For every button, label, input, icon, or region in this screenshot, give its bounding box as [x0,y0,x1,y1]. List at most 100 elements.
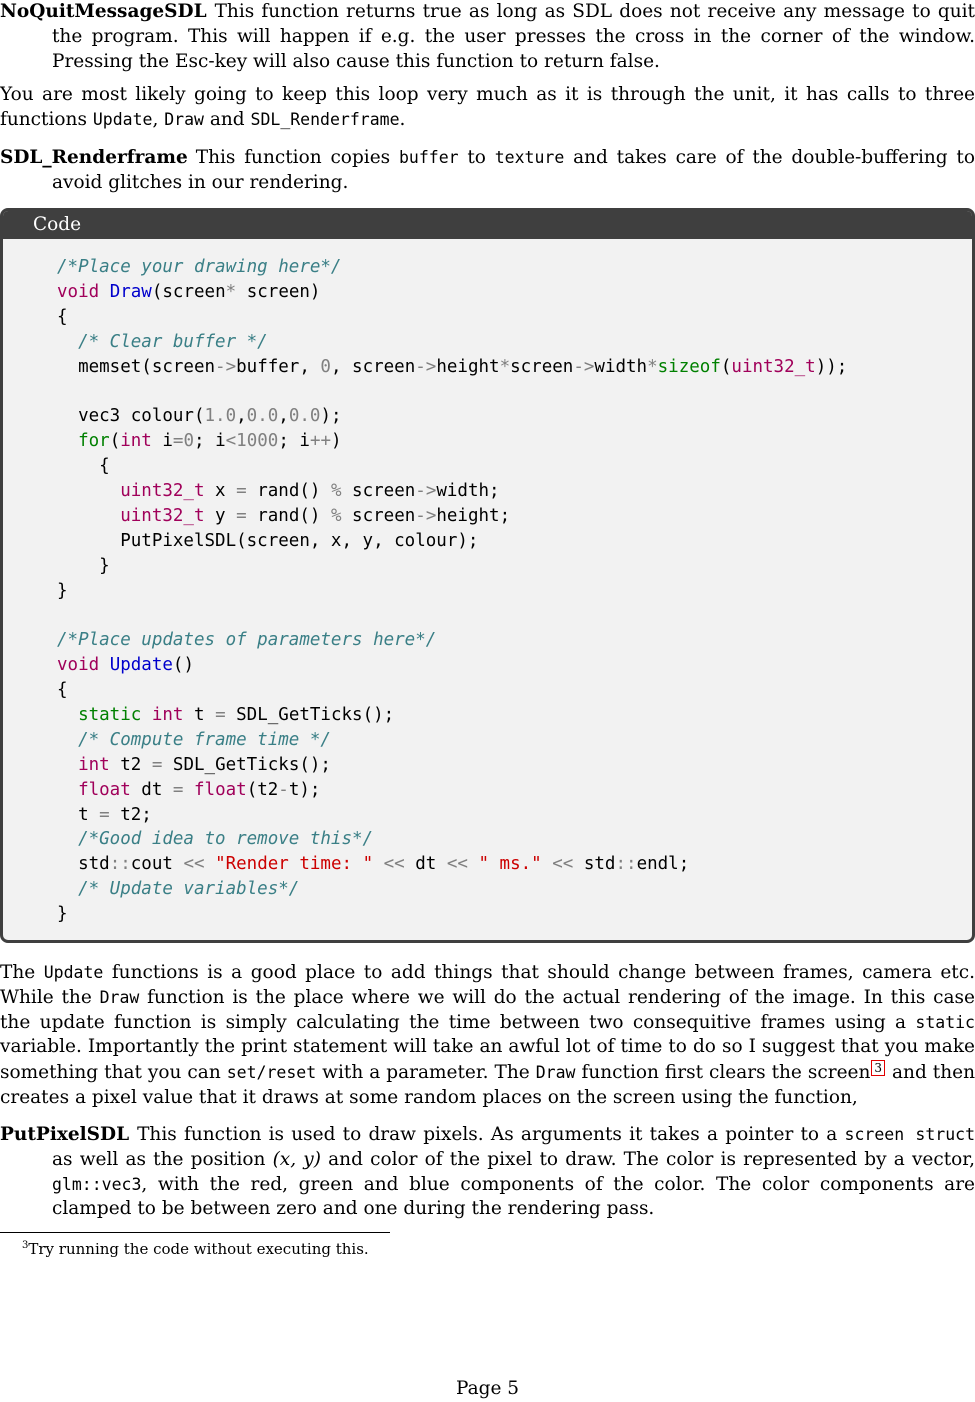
code-line: int t2 = SDL_GetTicks(); [57,753,847,778]
code-text: screen) [236,281,321,302]
code-line: static int t = SDL_GetTicks(); [57,703,847,728]
code-text: ( [109,431,121,452]
code-text: t [183,705,216,726]
code-line: { [57,678,847,703]
code-text: , [278,406,289,427]
text: as well as the position [52,1148,273,1170]
code-lines: /*Place your drawing here*/ void Draw(sc… [57,255,847,927]
code-line: } [57,554,847,579]
text: , with the red, green and blue component… [52,1173,975,1220]
code-operator: * [225,281,237,302]
code-text: height [436,356,500,377]
code-box-header: Code [3,211,972,239]
code-text: rand() [246,505,331,526]
code-line: /* Compute frame time */ [57,728,847,753]
code-line: /*Good idea to remove this*/ [57,827,847,852]
code-text: } [57,555,110,576]
code-line: void Draw(screen* screen) [57,280,847,305]
code-text: rand() [246,481,331,502]
term-putpixelsdl: PutPixelSDL [0,1124,130,1145]
code-text: , [236,406,247,427]
code-type: float [57,779,131,800]
code-string: "Render time: " [204,854,374,875]
code-text: buffer, [236,356,321,377]
code-text: { [57,306,68,327]
code-number: 1000 [236,431,279,452]
code-comment: /*Good idea to remove this*/ [57,829,374,850]
code-keyword: void [57,281,100,302]
code-operator: -> [573,356,595,377]
code-text: , screen [330,356,416,377]
desc-noquitmessagesdl: NoQuitMessageSDL This function returns tr… [0,0,975,74]
code-operator: = [236,505,247,526]
code-operator: << [183,854,205,875]
code-line: PutPixelSDL(screen, x, y, colour); [57,529,847,554]
code-text: { [57,456,110,477]
code-line: { [57,305,847,330]
code-type: uint32_t [120,505,205,526]
code-operator: -> [415,356,437,377]
footnote-link[interactable]: 3 [871,1060,886,1077]
code-text: ; i [194,431,226,452]
code-inline: Draw [99,987,140,1007]
text: with a parameter. The [316,1062,536,1084]
text: function is the place where we will do t… [0,986,975,1033]
paragraph-loop: You are most likely going to keep this l… [0,83,975,133]
code-inline: Draw [535,1063,576,1083]
code-line: uint32_t x = rand() % screen->width; [57,479,847,504]
code-operator: = [172,779,184,800]
code-text: endl; [636,854,690,875]
code-operator: -> [215,356,237,377]
code-comment: /* Update variables*/ [57,879,300,900]
code-line: for(int i=0; i<1000; i++) [57,429,847,454]
code-text: ; i [278,431,310,452]
footnote-text: Try running the code without executing t… [28,1240,369,1258]
text: . [399,108,406,130]
term-noquitmessagesdl: NoQuitMessageSDL [0,1,207,22]
code-text: } [57,904,68,925]
code-text: vec3 colour( [57,406,205,427]
code-string: " ms." [467,854,542,875]
text: and color of the pixel to draw. The colo… [320,1148,975,1170]
code-type: uint32_t [120,481,205,502]
code-comment: /* Clear buffer */ [57,331,268,352]
code-text: ( [720,356,732,377]
code-text: { [57,680,68,701]
code-text: } [57,580,68,601]
code-inline: Draw [164,109,204,129]
code-inline: Update [43,963,104,982]
code-text: ); [320,406,342,427]
text: The [0,962,44,983]
code-operator: % [330,481,342,502]
math-inline: (x, y) [272,1148,321,1170]
code-text: (screen [151,281,226,302]
code-comment: /*Place your drawing here*/ [57,257,342,277]
code-keyword: sizeof [657,356,721,377]
text: , [152,108,165,130]
code-inline: buffer [398,148,459,167]
code-line: vec3 colour(1.0,0.0,0.0); [57,404,847,429]
code-text: PutPixelSDL(screen, x, y, colour); [57,530,479,551]
code-number: 1.0 [204,406,237,427]
code-function: Update [99,655,173,676]
code-type: float [183,779,247,800]
code-operator: :: [615,854,637,875]
code-line: std::cout << "Render time: " << dt << " … [57,852,847,877]
code-inline: set/reset [226,1063,317,1083]
code-line: /*Place your drawing here*/ [57,255,847,280]
code-box: Code /*Place your drawing here*/ void Dr… [0,208,975,943]
code-inline: SDL_Renderframe [250,109,400,129]
code-line: { [57,454,847,479]
text: This function copies [195,147,399,168]
code-text: SDL_GetTicks(); [225,705,395,726]
code-operator: - [278,779,289,800]
code-text: t2 [109,754,152,775]
desc-putpixelsdl: PutPixelSDL This function is used to draw… [0,1123,975,1222]
code-inline: Update [92,109,153,129]
code-text: height; [436,505,511,526]
code-text: )); [815,356,848,377]
code-function: Draw [109,281,152,302]
code-comment: /*Place updates of parameters here*/ [57,630,437,651]
code-operator: -> [415,481,437,502]
